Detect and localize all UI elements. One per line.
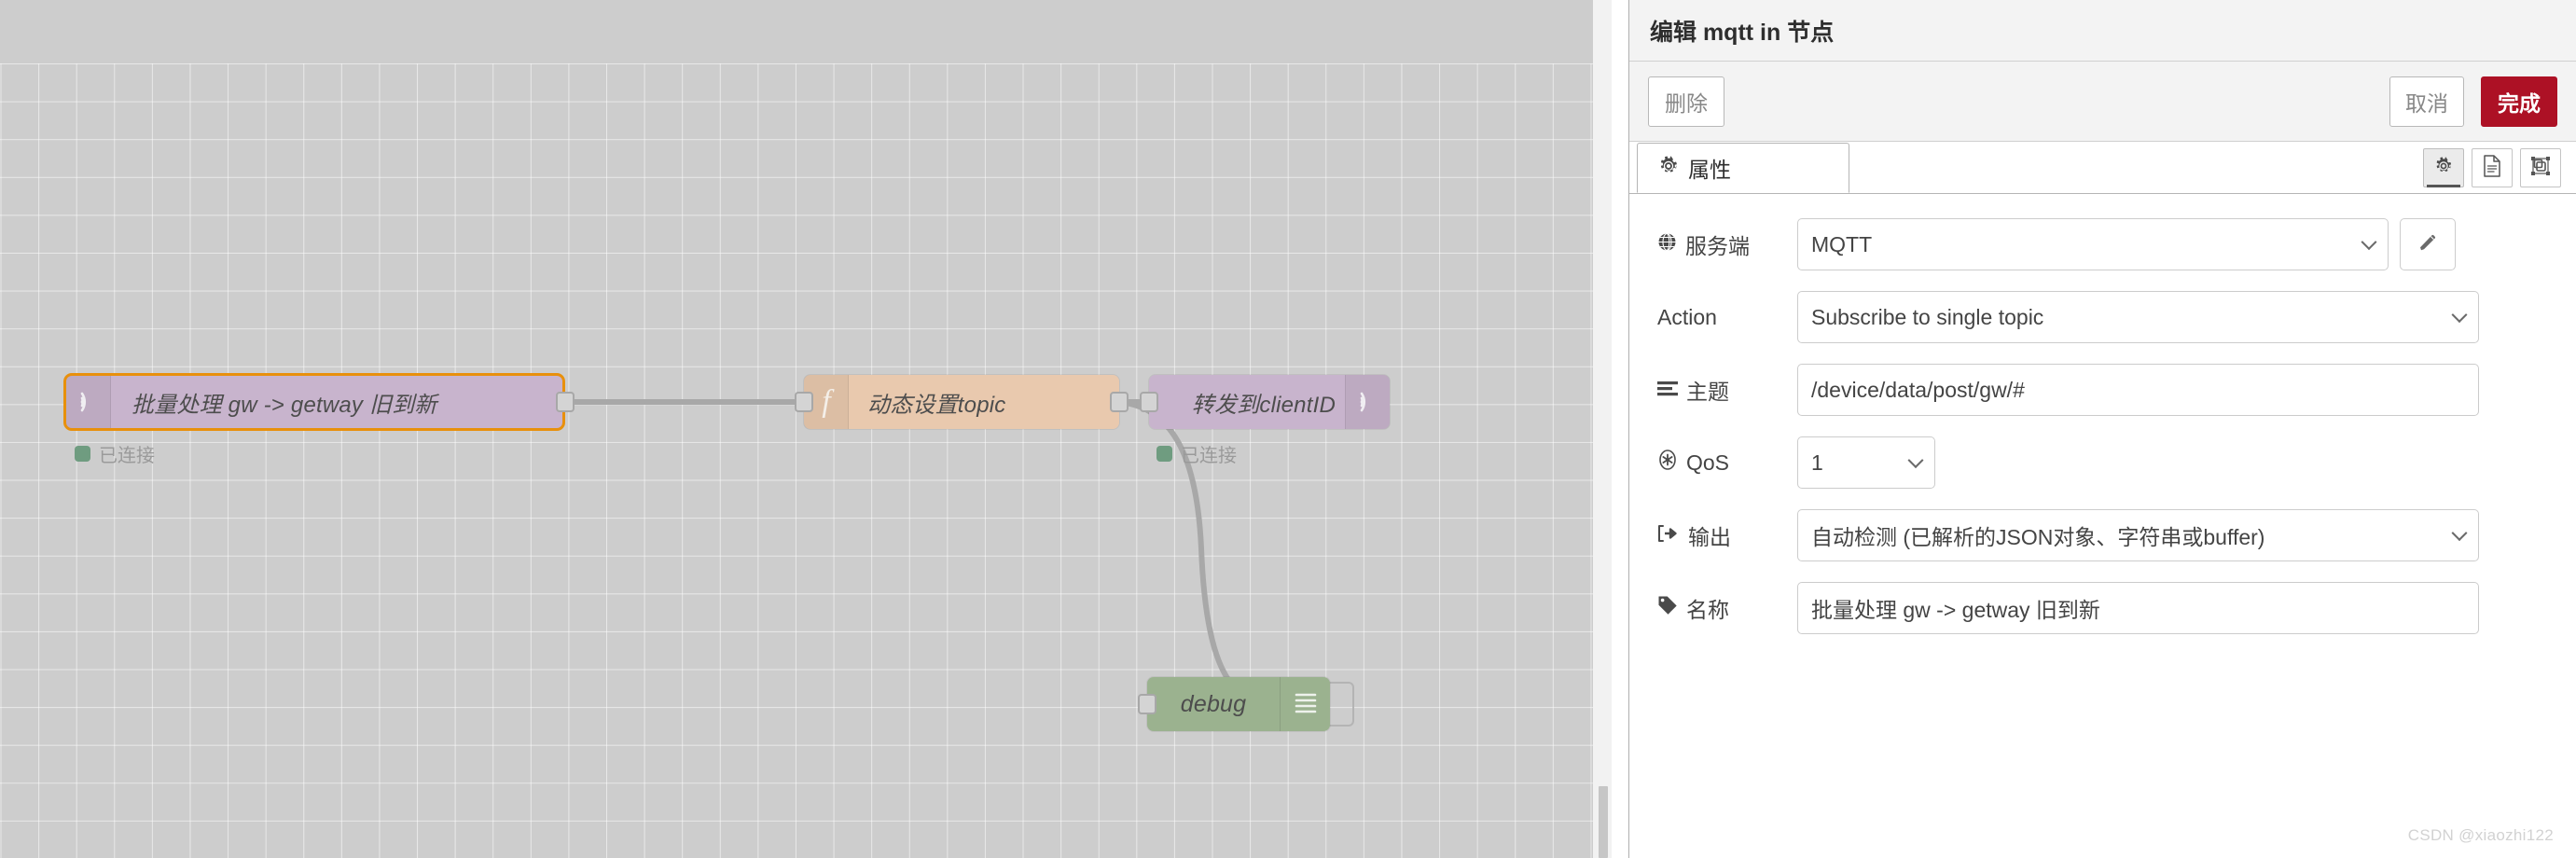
node-output-port[interactable] [1110, 392, 1129, 412]
canvas-grid [0, 63, 1612, 858]
node-edit-panel: 编辑 mqtt in 节点 删除 取消 完成 属性 服务端 MQTT Actio… [1628, 0, 2576, 858]
form-label-name: 名称 [1657, 592, 1797, 624]
form-label-qos: QoS [1657, 450, 1797, 476]
form-label-output: 输出 [1657, 519, 1797, 551]
qos-asterisk-icon [1657, 450, 1678, 476]
form-row-output: 输出 自动检测 (已解析的JSON对象、字符串或buffer) [1629, 509, 2576, 561]
status-label: 已连接 [1181, 446, 1237, 466]
tab-properties-label: 属性 [1688, 158, 1731, 182]
form-label-text: 主题 [1686, 380, 1729, 404]
form-label-text: 服务端 [1685, 234, 1750, 258]
flow-canvas[interactable]: 批量处理 gw -> getway 旧到新 已连接 f 动态设置topic 转发… [0, 0, 1612, 858]
node-input-port[interactable] [795, 392, 813, 412]
flow-node-mqtt-out[interactable]: 转发到clientID [1149, 375, 1390, 429]
output-arrow-icon [1657, 523, 1680, 548]
mqtt-signal-icon [66, 376, 111, 428]
flow-node-debug[interactable]: debug [1147, 677, 1330, 731]
server-select[interactable]: MQTT [1797, 218, 2389, 270]
form-label-text: QoS [1686, 450, 1730, 475]
panel-title: 编辑 mqtt in 节点 [1650, 19, 1835, 46]
output-value: 自动检测 (已解析的JSON对象、字符串或buffer) [1811, 525, 2265, 549]
form-label-text: Action [1657, 304, 1717, 329]
server-value: MQTT [1811, 231, 1873, 256]
globe-icon [1657, 232, 1677, 257]
description-icon [2483, 154, 2501, 182]
chevron-down-icon [1907, 452, 1924, 469]
flow-node-label: 批量处理 gw -> getway 旧到新 [132, 392, 437, 418]
gear-icon [1658, 156, 1679, 181]
watermark: CSDN @xiaozhi122 [2407, 826, 2554, 844]
node-input-port[interactable] [1140, 392, 1158, 412]
node-properties-form: 服务端 MQTT Action Subscribe to single topi… [1629, 194, 2576, 634]
form-row-name: 名称 批量处理 gw -> getway 旧到新 [1629, 582, 2576, 634]
chevron-down-icon [2451, 307, 2468, 324]
panel-tab-strip: 属性 [1629, 142, 2576, 194]
flow-node-label: 动态设置topic [867, 392, 1006, 418]
flow-node-mqtt-in[interactable]: 批量处理 gw -> getway 旧到新 [63, 373, 565, 431]
form-row-server: 服务端 MQTT [1629, 218, 2576, 270]
form-label-text: 输出 [1688, 525, 1731, 549]
chevron-down-icon [2361, 234, 2377, 251]
status-dot-icon [75, 446, 90, 462]
form-label-server: 服务端 [1657, 228, 1797, 260]
app-root: 批量处理 gw -> getway 旧到新 已连接 f 动态设置topic 转发… [0, 0, 2576, 858]
name-value: 批量处理 gw -> getway 旧到新 [1811, 598, 2100, 622]
delete-button[interactable]: 删除 [1648, 76, 1724, 127]
node-output-port[interactable] [556, 392, 575, 412]
qos-value: 1 [1811, 450, 1823, 475]
topic-input[interactable]: /device/data/post/gw/# [1797, 364, 2479, 416]
appearance-icon-button[interactable] [2520, 148, 2561, 187]
mqtt-signal-icon [1345, 375, 1390, 429]
form-row-topic: 主题 /device/data/post/gw/# [1629, 364, 2576, 416]
status-dot-icon [1156, 446, 1172, 462]
canvas-top-band [0, 0, 1612, 63]
debug-lines-icon [1280, 677, 1330, 731]
node-input-port[interactable] [1138, 694, 1156, 714]
done-button[interactable]: 完成 [2481, 76, 2557, 127]
svg-text:f: f [822, 385, 835, 419]
form-label-action: Action [1657, 305, 1797, 330]
form-label-topic: 主题 [1657, 374, 1797, 406]
panel-header: 编辑 mqtt in 节点 [1629, 0, 2576, 62]
node-status-mqtt-out: 已连接 [1156, 440, 1237, 467]
tag-icon [1657, 595, 1678, 621]
canvas-scrollbar-thumb[interactable] [1599, 786, 1608, 858]
gear-icon-button[interactable] [2423, 148, 2464, 187]
appearance-icon [2530, 156, 2551, 181]
topic-lines-icon [1657, 378, 1678, 403]
qos-select[interactable]: 1 [1797, 436, 1935, 489]
topic-value: /device/data/post/gw/# [1811, 377, 2025, 402]
pencil-icon [2417, 232, 2438, 257]
form-row-qos: QoS 1 [1629, 436, 2576, 489]
panel-tab-tools [2423, 148, 2576, 193]
form-label-text: 名称 [1686, 598, 1729, 622]
description-icon-button[interactable] [2472, 148, 2513, 187]
flow-node-function[interactable]: f 动态设置topic [804, 375, 1119, 429]
chevron-down-icon [2451, 525, 2468, 542]
flow-node-label: debug [1180, 690, 1247, 717]
gear-icon [2434, 157, 2453, 180]
tab-properties[interactable]: 属性 [1637, 143, 1849, 193]
action-select[interactable]: Subscribe to single topic [1797, 291, 2479, 343]
canvas-vertical-scrollbar[interactable] [1593, 0, 1612, 858]
action-value: Subscribe to single topic [1811, 304, 2044, 329]
name-input[interactable]: 批量处理 gw -> getway 旧到新 [1797, 582, 2479, 634]
panel-action-bar: 删除 取消 完成 [1629, 62, 2576, 142]
form-row-action: Action Subscribe to single topic [1629, 291, 2576, 343]
node-status-mqtt-in: 已连接 [75, 440, 155, 467]
edit-server-button[interactable] [2400, 218, 2456, 270]
flow-node-label: 转发到clientID [1191, 392, 1336, 418]
output-select[interactable]: 自动检测 (已解析的JSON对象、字符串或buffer) [1797, 509, 2479, 561]
status-label: 已连接 [99, 446, 155, 466]
cancel-button[interactable]: 取消 [2389, 76, 2464, 127]
